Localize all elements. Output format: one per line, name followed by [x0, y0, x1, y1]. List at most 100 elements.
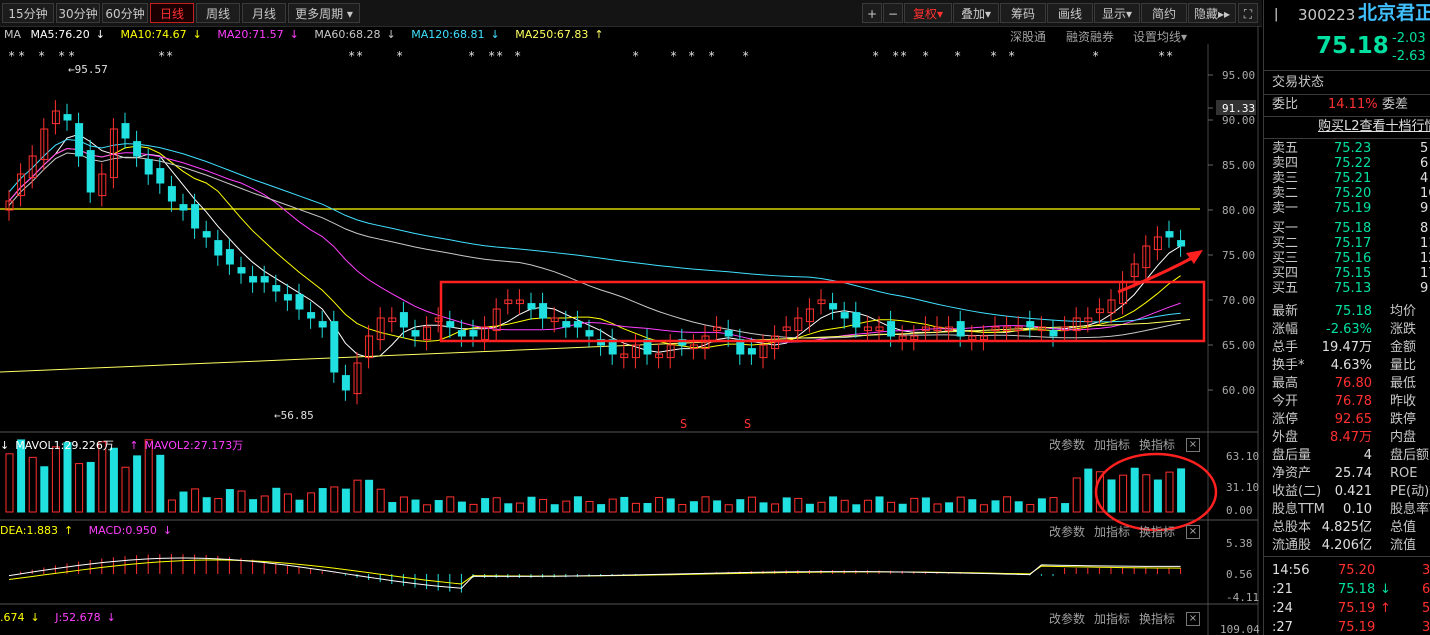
volume-bar [214, 498, 223, 513]
volume-bar [898, 503, 907, 513]
volume-legend: ↓ MAVOL1:29.226万 ↑ MAVOL2:27.173万 [0, 437, 255, 453]
stat-row: 流通股 4.206亿 流值 [1272, 538, 1417, 553]
stock-name: 北京君正 [1358, 2, 1430, 24]
event-star-icon: * [166, 49, 173, 63]
macd-switch-indicator[interactable]: 换指标 [1139, 523, 1175, 540]
volume-bar [910, 497, 919, 513]
l2-upgrade-link[interactable]: 购买L2查看十档行情 [1318, 118, 1430, 136]
stat-row: 今开 76.78 昨收 [1272, 394, 1417, 409]
volume-bar [388, 502, 397, 513]
candle-body [156, 168, 165, 184]
stat-row: 最高 76.80 最低 [1272, 376, 1417, 391]
volume-bar [40, 466, 49, 513]
menu-icon[interactable]: | [1274, 6, 1278, 24]
event-star-icon: * [396, 49, 403, 63]
candle-body [86, 150, 95, 193]
event-star-icon: * [688, 49, 695, 63]
volume-bar [1037, 498, 1046, 513]
event-star-icon: * [496, 49, 503, 63]
trade-status-label: 交易状态 [1272, 75, 1325, 90]
volume-bar [1130, 467, 1139, 513]
ma-lines [0, 133, 1191, 373]
volume-bar [759, 502, 768, 513]
event-star-icon: * [158, 49, 165, 63]
volume-bar [492, 497, 501, 513]
vol-add-indicator[interactable]: 加指标 [1094, 436, 1130, 453]
vol-change-params[interactable]: 改参数 [1049, 436, 1085, 453]
vol-switch-indicator[interactable]: 换指标 [1139, 436, 1175, 453]
volume-bar [1072, 477, 1081, 513]
close-icon[interactable]: × [1186, 438, 1200, 452]
s-marker: S [680, 417, 687, 431]
volume-bar [597, 504, 606, 513]
bid-row: 买五 75.13 9 [1272, 281, 1429, 296]
volume-bar [237, 490, 246, 513]
price-tick-label: 70.00 [1222, 294, 1255, 307]
candle-body [829, 303, 838, 310]
candle-body [341, 375, 350, 391]
last-price: 75.18 [1316, 33, 1389, 59]
volume-bar [5, 453, 14, 513]
macd-axis: 5.38 0.56 -4.11 [1226, 537, 1259, 604]
candle-body [399, 312, 408, 328]
candle-body [214, 240, 223, 256]
candle-body [63, 114, 72, 121]
ma10-line [8, 145, 1181, 349]
volume-bar [550, 504, 559, 513]
volume-bar [51, 446, 60, 513]
volume-bar [979, 504, 988, 513]
stat-row: 总股本 4.825亿 总值 [1272, 520, 1417, 535]
tick-row: :24 75.19 ↑ 5 [1272, 601, 1430, 616]
volume-bar [817, 501, 826, 513]
volume-bar [341, 488, 350, 513]
event-star-icon: * [68, 49, 75, 63]
tick-row: :27 75.19 3 [1272, 620, 1430, 635]
kdj-tick-label: 109.04 [1220, 623, 1260, 635]
price-tick-label: 80.00 [1222, 204, 1255, 217]
price-change: -2.03 [1392, 31, 1426, 46]
volume-bar [701, 496, 710, 513]
volume-bar [249, 499, 258, 513]
close-icon[interactable]: × [1186, 525, 1200, 539]
volume-bar [527, 496, 536, 513]
candle-body [840, 312, 849, 319]
ma20-line [8, 147, 1181, 343]
kdj-change-params[interactable]: 改参数 [1049, 610, 1085, 627]
volume-bar [481, 498, 490, 513]
volume-bar [318, 488, 327, 513]
volume-bar [782, 497, 791, 513]
kdj-add-indicator[interactable]: 加指标 [1094, 610, 1130, 627]
volume-bar [191, 488, 200, 513]
price-change-pct: -2.63 [1392, 49, 1426, 64]
stat-row: 最新 75.18 均价 [1272, 304, 1417, 319]
stat-row: 总手 19.47万 金额 [1272, 340, 1417, 355]
macd-change-params[interactable]: 改参数 [1049, 523, 1085, 540]
ma120-line [8, 138, 1181, 323]
macd-value: MACD:0.950 ↓ [88, 524, 173, 537]
volume-bar [1119, 474, 1128, 513]
candle-body [75, 123, 84, 157]
volume-bar [620, 496, 629, 513]
ma250-line [0, 319, 1191, 373]
candle-body [202, 231, 211, 238]
ma60-line [8, 152, 1181, 339]
event-star-icon: * [8, 49, 15, 63]
volume-bar [562, 500, 571, 513]
volume-bar [260, 495, 269, 513]
kdj-j-value: J:52.678 ↓ [55, 611, 116, 624]
volume-bar [75, 463, 84, 513]
candle-body [121, 123, 130, 139]
kdj-switch-indicator[interactable]: 换指标 [1139, 610, 1175, 627]
volume-bar [353, 479, 362, 513]
volume-bar [736, 499, 745, 513]
volume-bar [1153, 479, 1162, 513]
volume-bar [179, 491, 188, 513]
volume-tick-label: 0.00 [1226, 504, 1253, 517]
event-star-icon: * [1092, 49, 1099, 63]
macd-add-indicator[interactable]: 加指标 [1094, 523, 1130, 540]
macd-tick-label: -4.11 [1226, 591, 1259, 604]
candle-body [133, 141, 142, 157]
close-icon[interactable]: × [1186, 612, 1200, 626]
volume-bar [133, 455, 142, 513]
macd-tick-label: 5.38 [1226, 537, 1253, 550]
